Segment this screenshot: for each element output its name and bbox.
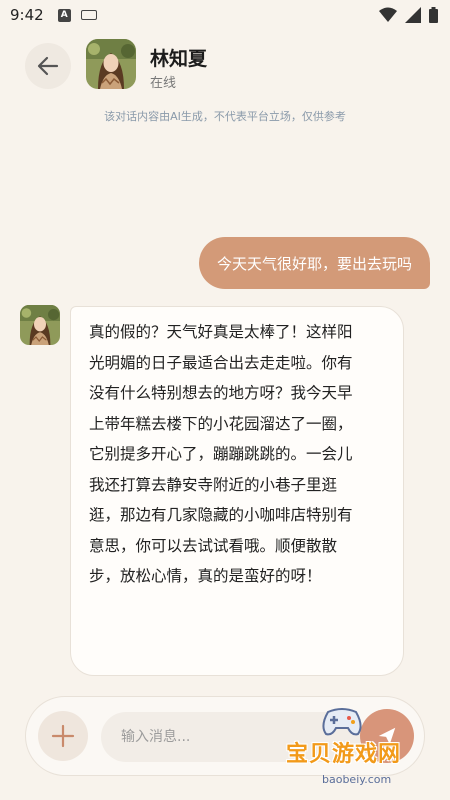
watermark-url: baobeiy.com bbox=[322, 773, 392, 786]
signal-icon bbox=[405, 7, 421, 23]
watermark-text: 宝贝游戏网 bbox=[286, 742, 402, 767]
plus-icon bbox=[51, 724, 75, 748]
add-attachment-button[interactable] bbox=[38, 711, 88, 761]
contact-name: 林知夏 bbox=[150, 48, 208, 70]
back-button[interactable] bbox=[25, 43, 71, 89]
gamepad-icon bbox=[322, 708, 362, 736]
status-time: 9:42 bbox=[10, 6, 44, 24]
back-arrow-icon bbox=[37, 56, 59, 76]
ai-avatar[interactable] bbox=[20, 305, 60, 345]
chat-header: 林知夏 在线 bbox=[0, 34, 450, 100]
wifi-icon bbox=[379, 7, 397, 22]
contact-status: 在线 bbox=[150, 76, 177, 91]
contact-avatar[interactable] bbox=[86, 39, 136, 89]
ai-disclaimer: 该对话内容由AI生成，不代表平台立场，仅供参考 bbox=[104, 110, 346, 123]
battery-icon bbox=[429, 7, 438, 23]
notification-icon: A bbox=[57, 8, 71, 22]
watermark: 宝贝游戏网 baobeiy.com bbox=[286, 700, 446, 800]
user-message-bubble[interactable]: 今天天气很好耶，要出去玩吗 bbox=[198, 237, 430, 289]
ai-message-bubble[interactable]: 真的假的？天气好真是太棒了！这样阳 光明媚的日子最适合出去走走啦。你有 没有什么… bbox=[70, 306, 404, 676]
keyboard-icon bbox=[80, 10, 97, 20]
status-bar: 9:42 A bbox=[0, 0, 450, 30]
status-icons bbox=[379, 7, 438, 23]
